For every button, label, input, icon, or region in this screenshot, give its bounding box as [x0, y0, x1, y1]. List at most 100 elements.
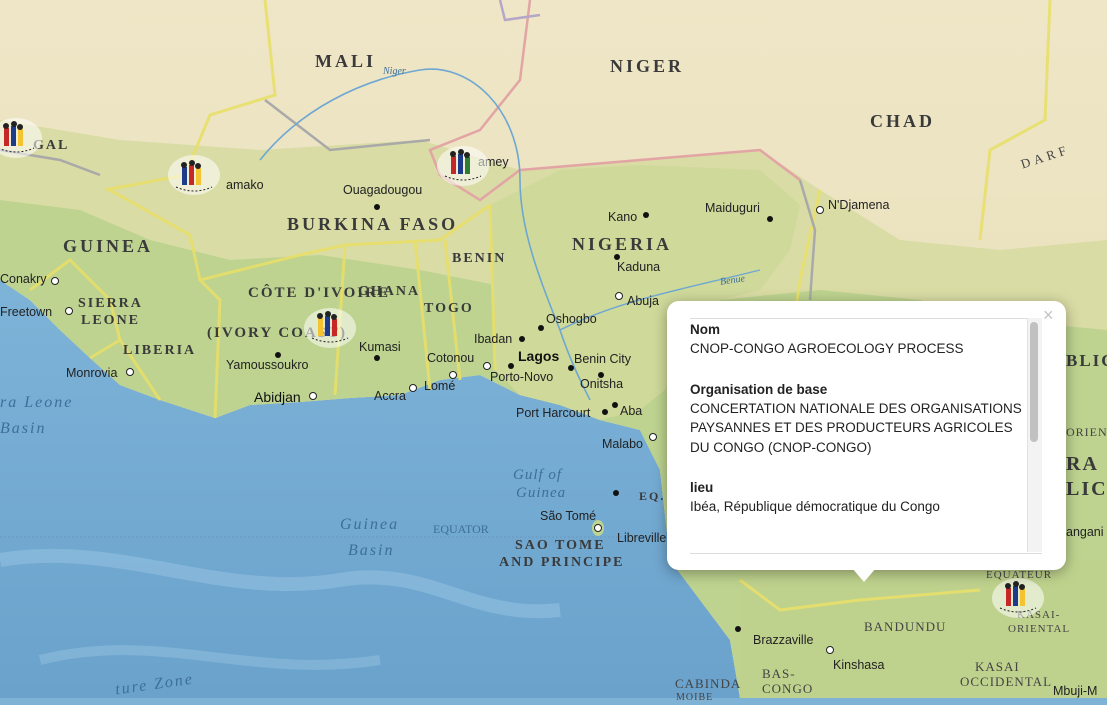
label-ndjamena: N'Djamena [828, 198, 890, 212]
label-kano: Kano [608, 210, 638, 224]
map-marker-niamey[interactable] [437, 146, 489, 186]
label-equator: EQUATOR [433, 522, 489, 536]
people-group-icon [0, 121, 35, 153]
city-dot-conakry [51, 277, 59, 285]
field-value-organisation: CONCERTATION NATIONALE DES ORGANISATIONS… [690, 400, 1022, 455]
city-dot-aba [612, 402, 618, 408]
map-marker-senegal[interactable] [0, 118, 42, 158]
city-dot-ndjamena [816, 206, 824, 214]
label-republic-partial: BLIC [1066, 351, 1107, 370]
label-orientale-partial: ORIEN [1066, 425, 1107, 439]
label-river-niger: Niger [383, 66, 406, 77]
label-bandundu: BANDUNDU [864, 619, 947, 634]
people-group-icon [311, 311, 349, 343]
label-benin-city: Benin City [574, 352, 631, 366]
city-dot-brazzaville [735, 626, 741, 632]
label-brazzaville: Brazzaville [753, 633, 814, 647]
label-gulf-of: Gulf of [513, 467, 563, 483]
label-bamako-partial: amako [226, 178, 264, 192]
popup-content[interactable]: Nom CNOP-CONGO AGROECOLOGY PROCESS Organ… [690, 318, 1042, 554]
label-occidental: OCCIDENTAL [960, 674, 1053, 689]
label-niger: NIGER [610, 56, 685, 76]
label-sierra-leone-basin-1: ra Leone [0, 394, 74, 411]
label-burkina-faso: BURKINA FASO [287, 214, 459, 234]
label-cote-divoire: CÔTE D'IVOIRE [248, 285, 390, 301]
people-group-icon [175, 160, 213, 192]
label-accra: Accra [374, 389, 406, 403]
label-mali: MALI [315, 51, 376, 71]
label-guinea: GUINEA [63, 236, 154, 256]
city-dot-abuja [615, 292, 623, 300]
label-sierra-leone-basin-2: Basin [0, 420, 47, 437]
label-kisangani-partial: angani [1066, 525, 1104, 539]
label-abuja: Abuja [627, 294, 659, 308]
label-yamoussoukro: Yamoussoukro [226, 358, 309, 372]
city-dot-monrovia [126, 368, 134, 376]
field-label-lieu: lieu [690, 480, 714, 495]
label-ouagadougou: Ouagadougou [343, 183, 423, 197]
field-label-nom: Nom [690, 322, 720, 337]
label-sao-tome-city: São Tomé [540, 509, 597, 523]
popup-scrollbar-thumb[interactable] [1030, 322, 1038, 442]
map-marker-bamako[interactable] [168, 155, 220, 195]
label-cabinda: CABINDA [675, 676, 742, 691]
city-dot-maiduguri [767, 216, 773, 222]
label-bas: BAS- [762, 666, 796, 681]
label-guinea-basin-1: Guinea [340, 516, 400, 533]
city-dot-ibadan [519, 336, 525, 342]
label-liberia: LIBERIA [123, 343, 197, 358]
city-dot-kinshasa [826, 646, 834, 654]
map-marker-cote-divoire[interactable] [304, 308, 356, 348]
field-value-lieu: Ibéa, République démocratique du Congo [690, 499, 940, 514]
city-dot-porto-novo [483, 362, 491, 370]
label-freetown: Freetown [0, 305, 53, 319]
label-kasai: KASAI [975, 659, 1020, 674]
city-dot-ouagadougou [374, 204, 380, 210]
label-lome: Lomé [424, 379, 456, 393]
field-label-organisation: Organisation de base [690, 381, 828, 397]
label-maiduguri: Maiduguri [705, 201, 760, 215]
label-kasai-oriental-2: ORIENTAL [1008, 623, 1071, 635]
label-sao-tome: SAO TOME [515, 538, 606, 553]
label-port-harcourt: Port Harcourt [516, 406, 591, 420]
field-value-nom: CNOP-CONGO AGROECOLOGY PROCESS [690, 341, 964, 356]
label-kumasi: Kumasi [359, 340, 401, 354]
city-dot-sao-tome [594, 524, 602, 532]
label-aba: Aba [620, 404, 643, 418]
label-libreville: Libreville [617, 531, 667, 545]
label-lagos: Lagos [518, 348, 560, 364]
label-sierra: SIERRA [78, 296, 143, 311]
label-dr-congo-partial-1: RA [1066, 453, 1099, 475]
label-togo: TOGO [424, 301, 474, 316]
city-dot-kano [643, 212, 649, 218]
label-mbuji-mayi-partial: Mbuji-M [1053, 684, 1098, 698]
popup-close-button[interactable]: × [1043, 305, 1054, 326]
city-dot-accra [409, 384, 417, 392]
label-kinshasa: Kinshasa [833, 658, 885, 672]
label-porto-novo: Porto-Novo [490, 370, 554, 384]
label-onitsha: Onitsha [580, 377, 624, 391]
city-dot-freetown [65, 307, 73, 315]
city-dot-lagos [508, 363, 514, 369]
label-ibadan: Ibadan [474, 332, 513, 346]
city-dot-port-harcourt [602, 409, 608, 415]
label-conakry: Conakry [0, 272, 47, 286]
popup-tip [852, 568, 876, 582]
city-dot-abidjan [309, 392, 317, 400]
city-dot-kumasi [374, 355, 380, 361]
people-group-icon [444, 149, 482, 181]
label-leone: LEONE [81, 313, 141, 328]
label-cotonou: Cotonou [427, 351, 475, 365]
label-kaduna: Kaduna [617, 260, 661, 274]
city-dot-small-1 [613, 490, 619, 496]
people-group-icon [999, 581, 1037, 613]
label-congo-region: CONGO [762, 681, 814, 696]
label-guinea-basin-2: Basin [348, 542, 395, 559]
label-malabo: Malabo [602, 437, 643, 451]
label-monrovia: Monrovia [66, 366, 118, 380]
label-dr-congo-partial-2: LIC [1066, 478, 1107, 500]
map-marker-equateur[interactable] [992, 578, 1044, 618]
label-abidjan: Abidjan [254, 389, 301, 405]
city-dot-malabo [649, 433, 657, 441]
label-nigeria: NIGERIA [572, 234, 673, 254]
